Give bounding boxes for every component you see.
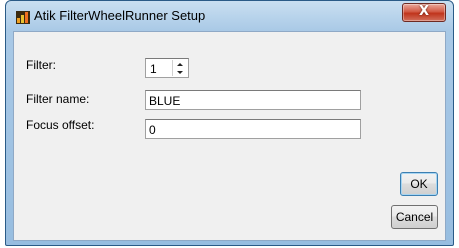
app-icon — [16, 11, 30, 24]
chevron-down-icon — [177, 70, 183, 74]
filter-label: Filter: — [26, 58, 56, 72]
cancel-button[interactable]: Cancel — [391, 205, 438, 229]
filter-spinner-value: 1 — [150, 62, 157, 76]
focus-offset-input[interactable]: 0 — [145, 119, 361, 139]
spin-down-button[interactable] — [173, 68, 187, 76]
spin-up-button[interactable] — [173, 60, 187, 68]
chevron-up-icon — [177, 62, 183, 66]
spinner-buttons — [172, 60, 187, 76]
focus-offset-label: Focus offset: — [26, 118, 95, 132]
filter-name-input[interactable]: BLUE — [145, 90, 361, 110]
title-bar[interactable]: Atik FilterWheelRunner Setup X — [6, 1, 453, 31]
setup-dialog-window: Atik FilterWheelRunner Setup X Filter: 1… — [5, 0, 454, 246]
filter-spinner[interactable]: 1 — [145, 58, 189, 78]
close-button[interactable]: X — [402, 3, 446, 22]
close-icon: X — [418, 4, 430, 19]
window-title: Atik FilterWheelRunner Setup — [34, 8, 206, 23]
dialog-body: Filter: 1 Filter name: BLUE Focus offset… — [13, 31, 446, 241]
ok-button[interactable]: OK — [400, 172, 438, 196]
filter-name-label: Filter name: — [26, 92, 90, 106]
